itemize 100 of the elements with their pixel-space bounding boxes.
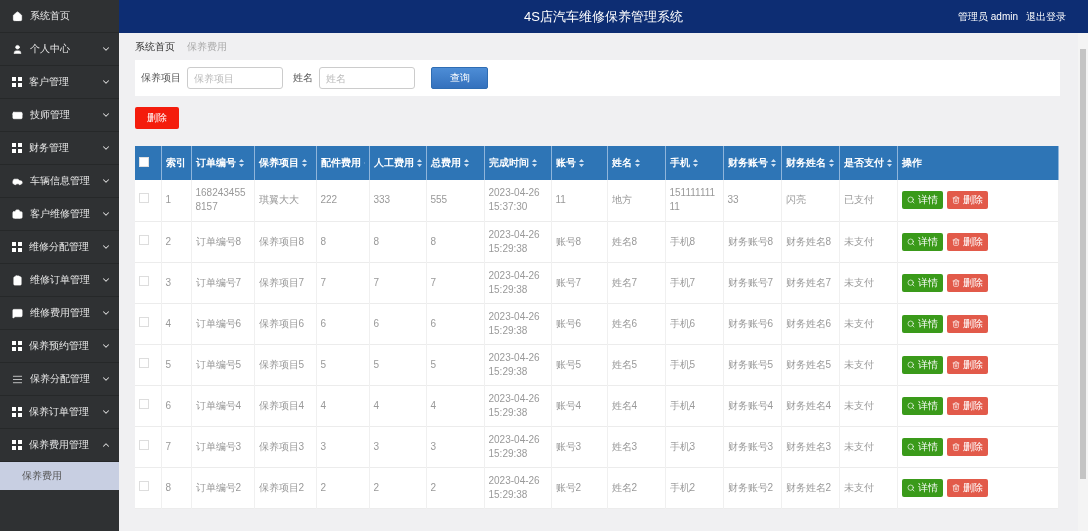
row-checkbox[interactable] <box>139 357 149 368</box>
column-header[interactable]: 是否支付 <box>843 156 884 170</box>
delete-button[interactable]: 删除 <box>946 232 988 251</box>
sidebar-item[interactable]: 保养分配管理 <box>0 363 119 396</box>
column-header[interactable]: 人工费用 <box>373 156 414 170</box>
sort-icon[interactable] <box>828 159 834 167</box>
delete-button[interactable]: 删除 <box>135 107 179 129</box>
column-header[interactable]: 手机 <box>669 156 690 170</box>
sidebar-subitem[interactable]: 保养费用 <box>0 462 119 490</box>
delete-button[interactable]: 删除 <box>946 355 988 374</box>
table-cell: 8 <box>369 221 426 262</box>
table-cell: 财务账号6 <box>723 303 781 344</box>
detail-button[interactable]: 详情 <box>901 437 943 456</box>
delete-button[interactable]: 删除 <box>946 478 988 497</box>
column-header[interactable]: 姓名 <box>611 156 632 170</box>
scrollbar[interactable] <box>1078 33 1088 531</box>
row-checkbox[interactable] <box>139 193 149 204</box>
logout-link[interactable]: 退出登录 <box>1026 9 1066 24</box>
sidebar-item[interactable]: 财务管理 <box>0 132 119 165</box>
table-cell: 财务姓名5 <box>781 344 839 385</box>
detail-button[interactable]: 详情 <box>901 191 943 210</box>
table-cell: 4 <box>161 303 191 344</box>
sort-icon[interactable] <box>770 159 776 167</box>
sidebar-item[interactable]: 客户维修管理 <box>0 198 119 231</box>
row-checkbox[interactable] <box>139 439 149 450</box>
delete-button[interactable]: 删除 <box>946 437 988 456</box>
sort-icon[interactable] <box>886 159 892 167</box>
search-field[interactable]: 保养项目 <box>187 67 283 89</box>
table-cell: 姓名2 <box>607 467 665 508</box>
sidebar-item[interactable]: 技师管理 <box>0 99 119 132</box>
sort-icon[interactable] <box>301 159 307 167</box>
delete-button[interactable]: 删除 <box>946 273 988 292</box>
table-cell: 8 <box>161 467 191 508</box>
table-cell: 7 <box>369 262 426 303</box>
select-all-checkbox[interactable] <box>139 157 149 167</box>
field-label: 保养项目 <box>141 71 181 85</box>
table-cell: 手机6 <box>665 303 723 344</box>
table-cell: 2023-04-26 15:37:30 <box>484 180 551 221</box>
detail-button[interactable]: 详情 <box>901 355 943 374</box>
row-checkbox[interactable] <box>139 275 149 286</box>
column-header[interactable]: 账号 <box>555 156 576 170</box>
table-cell: 2 <box>316 467 369 508</box>
table-cell: 订单编号3 <box>191 426 254 467</box>
table-cell: 3 <box>161 262 191 303</box>
table-cell: 6 <box>369 303 426 344</box>
sort-icon[interactable] <box>692 159 698 167</box>
list-icon <box>12 373 23 385</box>
table-cell: 保养项目6 <box>254 303 316 344</box>
sort-icon[interactable] <box>416 159 422 167</box>
column-header[interactable]: 保养项目 <box>258 156 299 170</box>
column-header[interactable]: 财务姓名 <box>785 156 826 170</box>
row-checkbox[interactable] <box>139 234 149 245</box>
delete-button[interactable]: 删除 <box>946 314 988 333</box>
sort-icon[interactable] <box>238 159 244 167</box>
table-cell: 账号6 <box>551 303 607 344</box>
column-header[interactable]: 完成时间 <box>488 156 529 170</box>
sidebar-item[interactable]: 个人中心 <box>0 33 119 66</box>
field-label: 姓名 <box>293 71 313 85</box>
sidebar-item[interactable]: 保养订单管理 <box>0 396 119 429</box>
table-cell: 财务账号7 <box>723 262 781 303</box>
sort-icon[interactable] <box>634 159 640 167</box>
trash-icon <box>951 442 960 451</box>
table-cell: 222 <box>316 180 369 221</box>
sidebar-item[interactable]: 维修费用管理 <box>0 297 119 330</box>
query-button[interactable]: 查询 <box>431 67 488 89</box>
detail-button[interactable]: 详情 <box>901 314 943 333</box>
table-cell: 财务姓名4 <box>781 385 839 426</box>
table-cell: 订单编号5 <box>191 344 254 385</box>
row-checkbox[interactable] <box>139 480 149 491</box>
detail-button[interactable]: 详情 <box>901 273 943 292</box>
table-cell: 6 <box>316 303 369 344</box>
detail-button[interactable]: 详情 <box>901 232 943 251</box>
table-cell: 2023-04-26 15:29:38 <box>484 385 551 426</box>
delete-button[interactable]: 删除 <box>946 191 988 210</box>
sort-icon[interactable] <box>463 159 469 167</box>
table-cell: 未支付 <box>839 344 897 385</box>
column-header[interactable]: 订单编号 <box>195 156 236 170</box>
delete-button[interactable]: 删除 <box>946 396 988 415</box>
detail-button[interactable]: 详情 <box>901 396 943 415</box>
table-cell: 7 <box>161 426 191 467</box>
sidebar-item[interactable]: 车辆信息管理 <box>0 165 119 198</box>
row-checkbox[interactable] <box>139 398 149 409</box>
sidebar-item[interactable]: 保养预约管理 <box>0 330 119 363</box>
table-cell: 2023-04-26 15:29:38 <box>484 426 551 467</box>
sidebar-item[interactable]: 维修分配管理 <box>0 231 119 264</box>
breadcrumb-item[interactable]: 系统首页 <box>135 39 175 54</box>
sidebar-item[interactable]: 维修订单管理 <box>0 264 119 297</box>
table-cell: 账号2 <box>551 467 607 508</box>
column-header[interactable]: 配件费用 <box>320 156 361 170</box>
search-field[interactable]: 姓名 <box>319 67 415 89</box>
sort-icon[interactable] <box>531 159 537 167</box>
column-header: 索引 <box>165 156 186 170</box>
card-icon <box>12 109 23 121</box>
column-header[interactable]: 总费用 <box>430 156 461 170</box>
row-checkbox[interactable] <box>139 316 149 327</box>
sidebar-item[interactable]: 客户管理 <box>0 66 119 99</box>
detail-button[interactable]: 详情 <box>901 478 943 497</box>
breadcrumb-item: 保养费用 <box>187 39 227 54</box>
sort-icon[interactable] <box>578 159 584 167</box>
column-header[interactable]: 财务账号 <box>727 156 768 170</box>
